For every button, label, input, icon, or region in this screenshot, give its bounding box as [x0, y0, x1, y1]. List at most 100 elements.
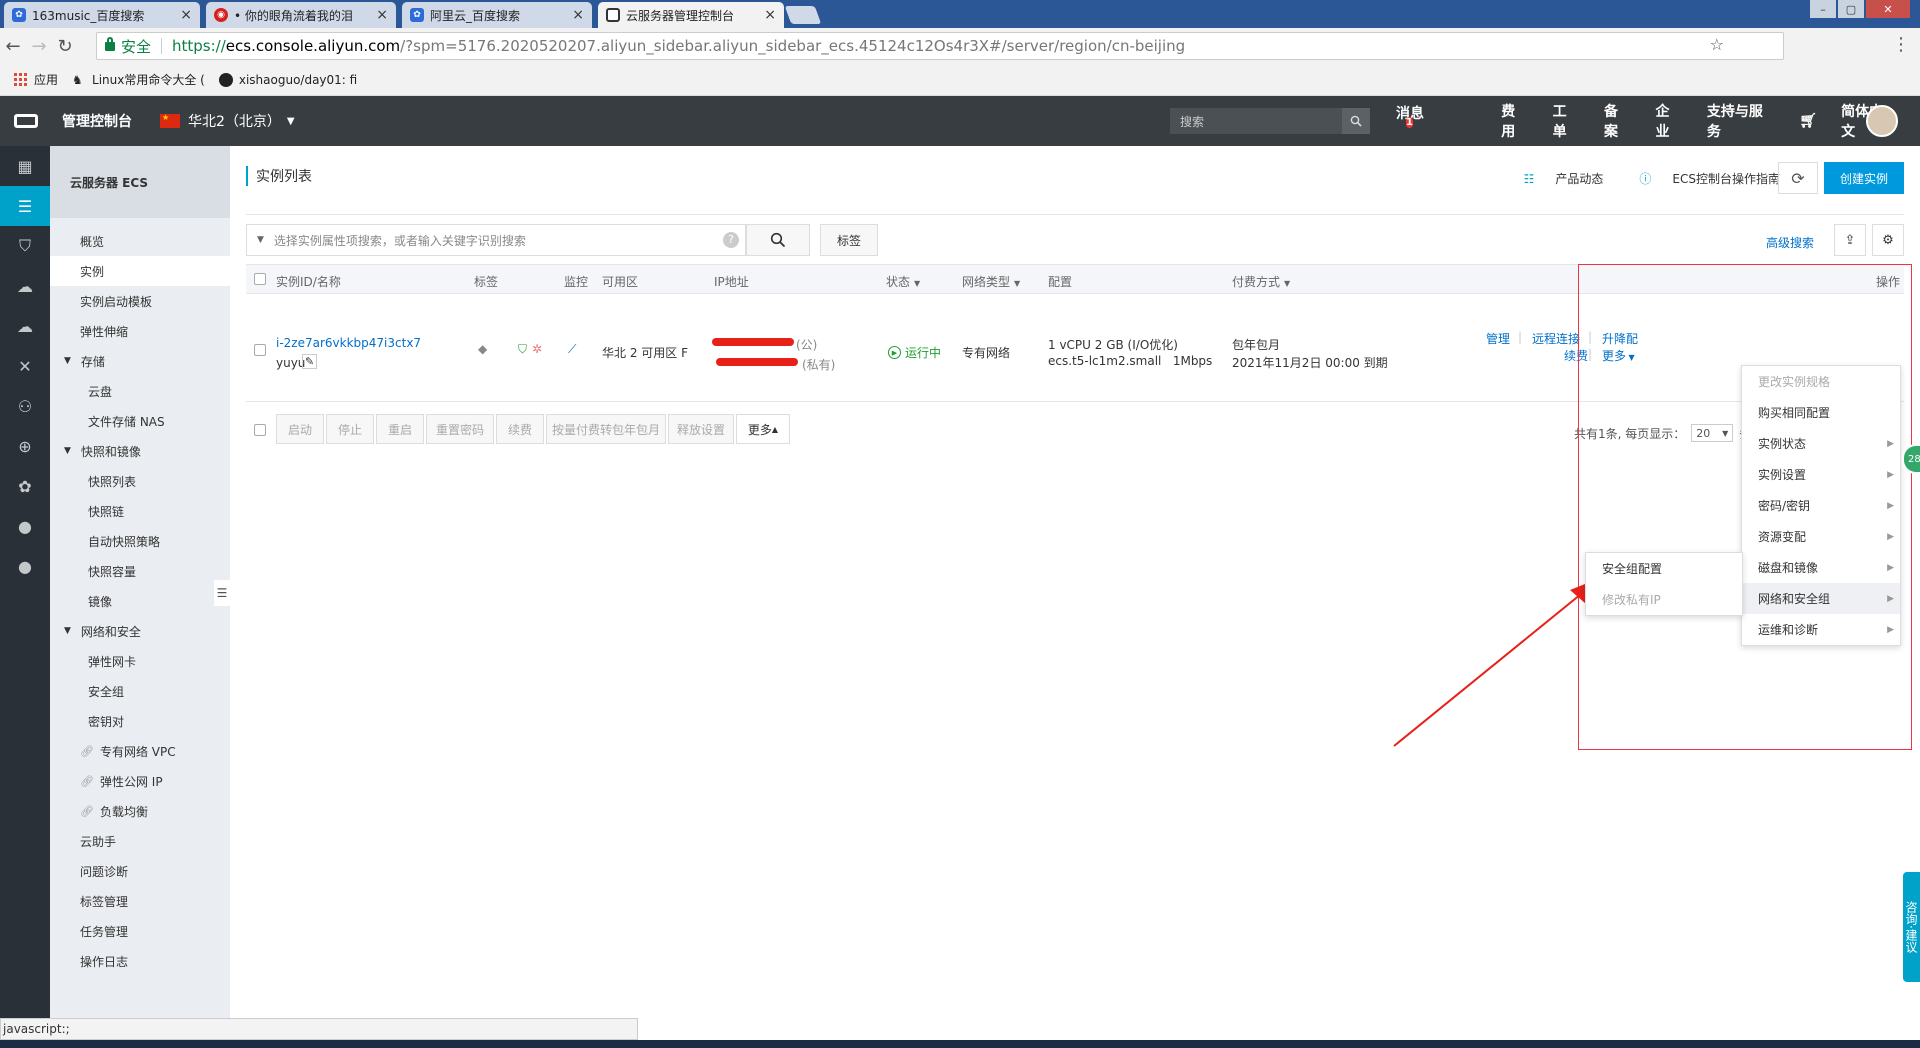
sidebar-item-snapshot-chain[interactable]: 快照链	[50, 496, 230, 526]
sidebar-item-slb[interactable]: 🔗︎ 负载均衡	[50, 796, 230, 826]
convert-billing-button[interactable]: 按量付费转包年包月	[546, 414, 666, 444]
secure-indicator[interactable]: 安全	[105, 36, 151, 57]
advanced-search-link[interactable]: 高级搜索	[1766, 234, 1814, 251]
console-title[interactable]: 管理控制台	[62, 111, 132, 131]
sidebar-group-storage[interactable]: ▼ 存储	[50, 346, 230, 376]
nav-billing[interactable]: 费用	[1501, 101, 1528, 141]
sidebar-item-eip[interactable]: 🔗︎ 弹性公网 IP	[50, 766, 230, 796]
maximize-icon[interactable]: ▢	[1838, 0, 1864, 18]
close-tab-icon[interactable]: ×	[376, 7, 388, 23]
sidebar-item-vpc[interactable]: 🔗︎ 专有网络 VPC	[50, 736, 230, 766]
edit-name-icon[interactable]: ✎	[302, 354, 318, 369]
minimize-icon[interactable]: –	[1810, 0, 1836, 18]
sidebar-item-auto-snapshot[interactable]: 自动快照策略	[50, 526, 230, 556]
nav-messages[interactable]: 消息1	[1396, 103, 1477, 140]
search-button[interactable]	[746, 224, 810, 256]
guide-link[interactable]: ⓘ ECS控制台操作指南	[1621, 170, 1780, 187]
stop-button[interactable]: 停止	[326, 414, 374, 444]
more-bulk-button[interactable]: 更多 ▲	[736, 414, 790, 444]
browser-tab[interactable]: ✿ 163music_百度搜索 ×	[4, 2, 200, 28]
product-news-link[interactable]: ☷ 产品动态	[1506, 170, 1604, 187]
billing-column-filter[interactable]: 付费方式 ▼	[1232, 273, 1290, 290]
chevron-down-icon[interactable]: ▼	[257, 235, 264, 245]
cart-icon[interactable]: 🛒︎	[1799, 113, 1817, 129]
manage-link[interactable]: 管理	[1486, 330, 1510, 347]
sidebar-item-snapshot-capacity[interactable]: 快照容量	[50, 556, 230, 586]
sidebar-group-network[interactable]: ▼ 网络和安全	[50, 616, 230, 646]
circle-icon[interactable]: ●	[0, 506, 50, 546]
feedback-button[interactable]: 咨询·建议	[1903, 872, 1920, 982]
sidebar-item-tags[interactable]: 标签管理	[50, 886, 230, 916]
sidebar-item-eni[interactable]: 弹性网卡	[50, 646, 230, 676]
tag-icon[interactable]: ◆	[478, 342, 487, 356]
status-column-filter[interactable]: 状态 ▼	[886, 273, 920, 290]
cloud-upload-icon[interactable]: ☁	[0, 306, 50, 346]
restart-button[interactable]: 重启	[376, 414, 424, 444]
menu-item-modify-private-ip[interactable]: 修改私有IP	[1586, 584, 1742, 615]
avatar[interactable]	[1866, 105, 1898, 137]
bookmark-linux[interactable]: ♞ Linux常用命令大全 (	[72, 71, 205, 88]
back-icon[interactable]: ←	[0, 36, 26, 57]
sidebar-item-disks[interactable]: 云盘	[50, 376, 230, 406]
forward-icon[interactable]: →	[26, 36, 52, 57]
bookmark-star-icon[interactable]: ☆	[1710, 35, 1724, 54]
tools-icon[interactable]: ✕	[0, 346, 50, 386]
sidebar-item-overview[interactable]: 概览	[50, 226, 230, 256]
security-shield-icon[interactable]: ⛉	[518, 342, 527, 357]
sidebar-item-instances[interactable]: 实例	[50, 256, 230, 286]
sidebar-item-launch-templates[interactable]: 实例启动模板	[50, 286, 230, 316]
sidebar-group-snapshots[interactable]: ▼ 快照和镜像	[50, 436, 230, 466]
create-instance-button[interactable]: 创建实例	[1824, 162, 1904, 194]
bookmark-apps[interactable]: 应用	[14, 71, 58, 88]
settings-cog-icon[interactable]: ✲	[532, 342, 542, 356]
nav-tickets[interactable]: 工单	[1553, 101, 1580, 141]
nav-icp[interactable]: 备案	[1604, 101, 1631, 141]
sidebar-item-autoscaling[interactable]: 弹性伸缩	[50, 316, 230, 346]
help-icon[interactable]: ?	[723, 232, 739, 248]
refresh-button[interactable]: ⟳	[1778, 162, 1818, 194]
sidebar-item-images[interactable]: 镜像	[50, 586, 230, 616]
monitor-chart-icon[interactable]: ⟋	[568, 342, 576, 357]
menu-item-instance-state[interactable]: 实例状态 ▶	[1742, 428, 1900, 459]
export-button[interactable]: ⇪	[1834, 224, 1866, 256]
circle-icon[interactable]: ●	[0, 546, 50, 586]
sidebar-item-key-pairs[interactable]: 密钥对	[50, 706, 230, 736]
reset-password-button[interactable]: 重置密码	[426, 414, 494, 444]
sidebar-item-snapshot-list[interactable]: 快照列表	[50, 466, 230, 496]
sidebar-item-cloud-assistant[interactable]: 云助手	[50, 826, 230, 856]
close-tab-icon[interactable]: ×	[180, 7, 192, 23]
instance-id-link[interactable]: i-2ze7ar6vkkbp47i3ctx7	[276, 336, 421, 350]
menu-item-disk-image[interactable]: 磁盘和镜像 ▶	[1742, 552, 1900, 583]
menu-item-instance-settings[interactable]: 实例设置 ▶	[1742, 459, 1900, 490]
url-input[interactable]: 安全 https://ecs.console.aliyun.com/?spm=5…	[96, 32, 1784, 60]
globe-icon[interactable]: ⊕	[0, 426, 50, 466]
security-shield-icon[interactable]: ⛉	[0, 226, 50, 266]
reload-icon[interactable]: ↻	[52, 36, 78, 57]
menu-item-security-group-config[interactable]: 安全组配置	[1586, 553, 1742, 584]
bookmark-github[interactable]: xishaoguo/day01: fi	[218, 72, 357, 87]
settings-cog-icon[interactable]: ✿	[0, 466, 50, 506]
close-window-icon[interactable]: ✕	[1866, 0, 1910, 18]
network-icon[interactable]: ⚇	[0, 386, 50, 426]
menu-item-buy-same[interactable]: 购买相同配置	[1742, 397, 1900, 428]
settings-button[interactable]: ⚙	[1872, 224, 1904, 256]
nav-support[interactable]: 支持与服务	[1707, 101, 1776, 141]
browser-tab[interactable]: ✿ 阿里云_百度搜索 ×	[402, 2, 592, 28]
ecs-server-icon[interactable]: ☰	[0, 186, 50, 226]
cloud-icon[interactable]: ☁	[0, 266, 50, 306]
select-all-checkbox[interactable]	[254, 273, 266, 285]
collapse-sidebar-icon[interactable]: ☰	[214, 580, 230, 606]
release-settings-button[interactable]: 释放设置	[668, 414, 734, 444]
renew-button[interactable]: 续费	[496, 414, 544, 444]
region-selector[interactable]: 华北2（北京） ▼	[160, 111, 295, 131]
menu-item-network-security[interactable]: 网络和安全组 ▶	[1742, 583, 1900, 614]
top-search-input[interactable]: 搜索	[1170, 108, 1370, 134]
nav-enterprise[interactable]: 企业	[1655, 101, 1682, 141]
sidebar-item-nas[interactable]: 文件存储 NAS	[50, 406, 230, 436]
start-button[interactable]: 启动	[276, 414, 324, 444]
browser-menu-icon[interactable]: ⋮	[1892, 34, 1910, 55]
tag-filter-button[interactable]: 标签	[820, 224, 878, 256]
new-tab-button[interactable]	[784, 6, 822, 24]
sidebar-item-security-groups[interactable]: 安全组	[50, 676, 230, 706]
browser-tab[interactable]: ◉ • 你的眼角流着我的泪 ×	[206, 2, 396, 28]
